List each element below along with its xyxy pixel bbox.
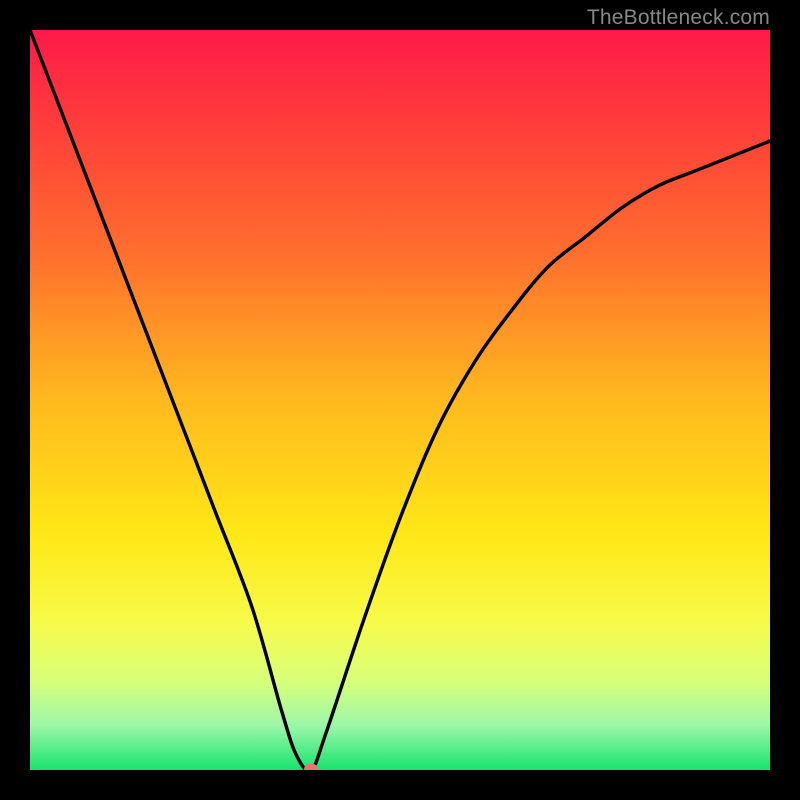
bottleneck-curve: [30, 30, 770, 770]
watermark-text: TheBottleneck.com: [587, 6, 770, 30]
plot-area: [30, 30, 770, 770]
minimum-marker: [304, 764, 318, 770]
